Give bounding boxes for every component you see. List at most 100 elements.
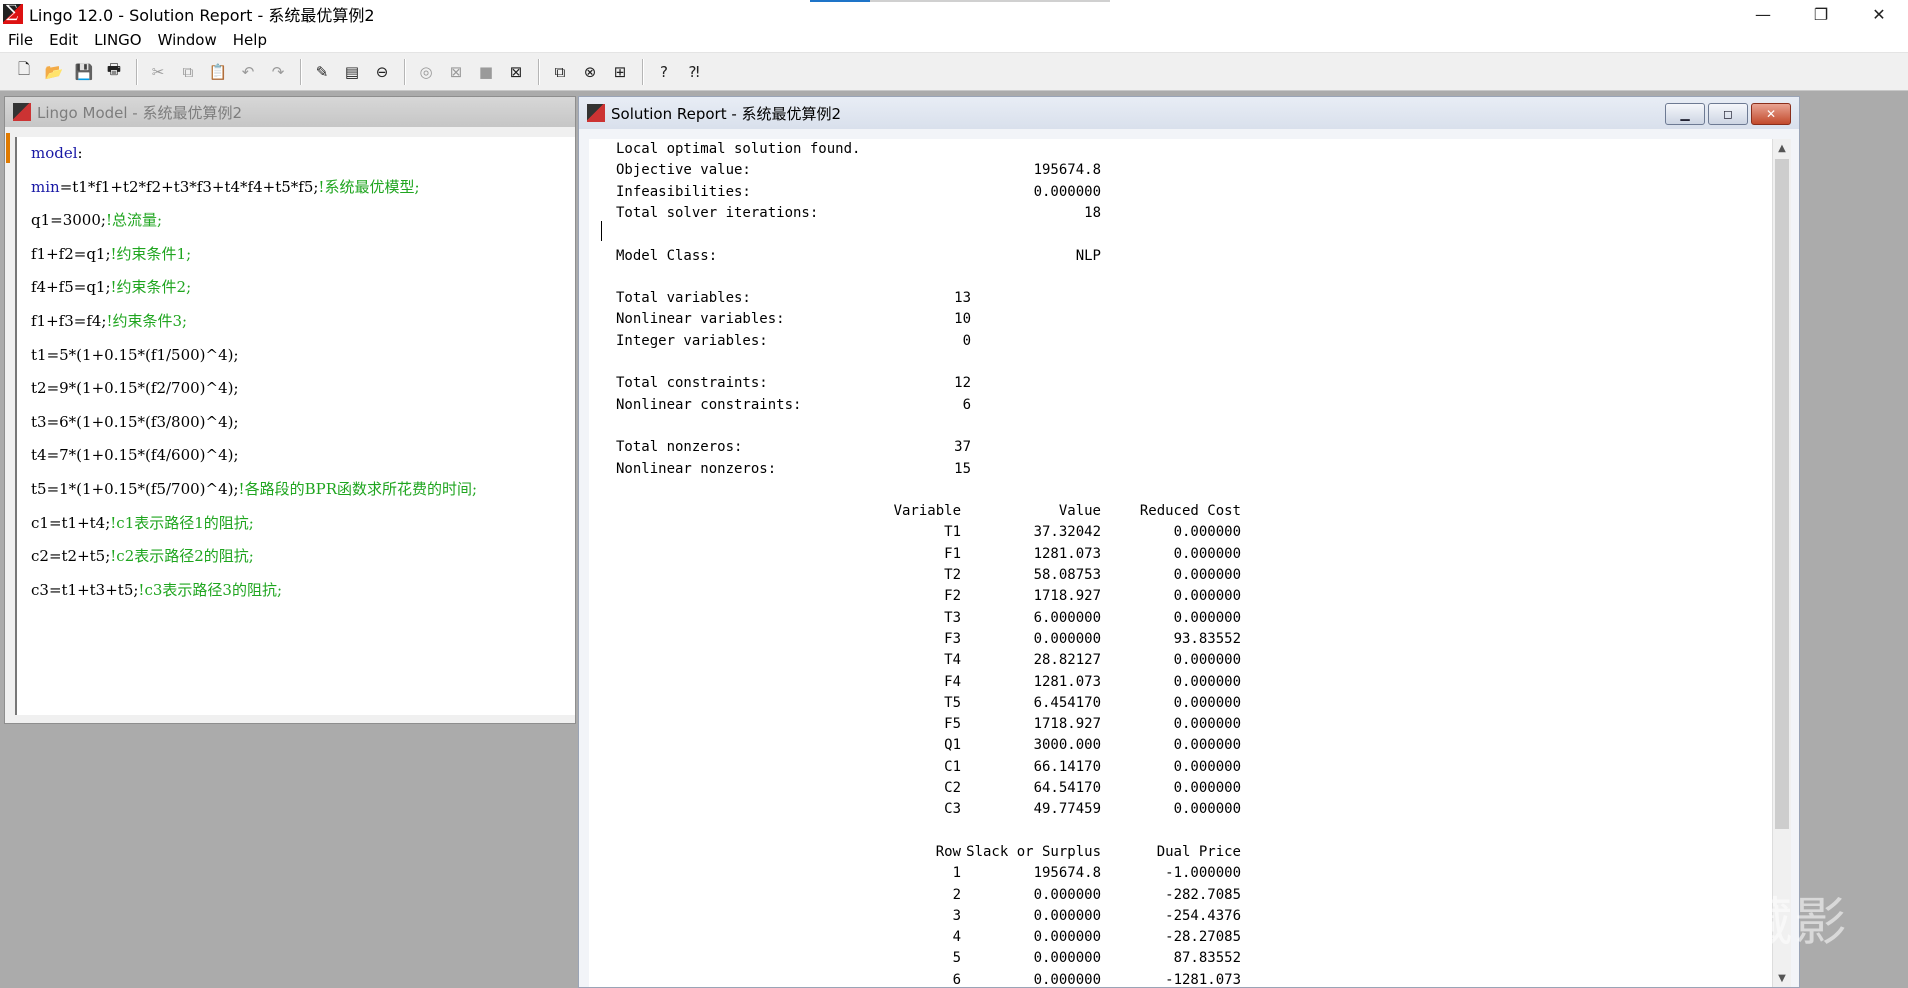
variable-value: 37.32042 (1033, 524, 1101, 541)
code-line[interactable]: c2=t2+t5;!c2表示路径2的阻抗; (17, 540, 575, 574)
redo-button[interactable]: ↷ (264, 58, 292, 86)
model-window[interactable]: Lingo Model - 系统最优算例2 model: min=t1*f1+t2… (4, 96, 576, 724)
redo-icon: ↷ (271, 62, 285, 81)
open-file-icon: 📂 (44, 62, 64, 81)
code-line[interactable]: f4+f5=q1;!约束条件2; (17, 271, 575, 305)
report-line: Infeasibilities: 0.000000 (589, 182, 1769, 203)
minimize-button[interactable]: — (1734, 0, 1792, 28)
vertical-scrollbar[interactable]: ▲ ▼ (1772, 139, 1791, 987)
menu-file[interactable]: File (0, 31, 41, 49)
variable-name: F3 (944, 630, 961, 647)
report-line: Total variables: 13 (589, 288, 1769, 309)
report-line: F1 1281.073 0.000000 (589, 544, 1769, 565)
summary-value: 195674.8 (1033, 162, 1101, 179)
variable-value: 1718.927 (1033, 588, 1101, 605)
code-line[interactable]: q1=3000;!总流量; (17, 204, 575, 238)
code-line[interactable]: min=t1*f1+t2*f2+t3*f3+t4*f4+t5*f5;!系统最优模… (17, 171, 575, 205)
solution-maximize-button[interactable]: ◻ (1708, 103, 1748, 125)
model-editor[interactable]: model: min=t1*f1+t2*f2+t3*f3+t4*f4+t5*f5;… (15, 137, 575, 715)
dual-price: -1.000000 (1165, 865, 1241, 882)
save-button[interactable]: 💾 (70, 58, 98, 86)
variable-value: 1281.073 (1033, 673, 1101, 690)
summary-value: 18 (1084, 204, 1101, 221)
row-number: 1 (952, 865, 961, 882)
copy-icon: ⧉ (182, 62, 194, 81)
solve-button[interactable]: ◎ (412, 58, 440, 86)
text-caret (601, 221, 602, 241)
code-line[interactable]: model: (17, 137, 575, 171)
code-line[interactable]: f1+f3=f4;!约束条件3; (17, 305, 575, 339)
variable-name: T5 (944, 694, 961, 711)
context-help-button[interactable]: ⁈ (680, 58, 708, 86)
menu-edit[interactable]: Edit (41, 31, 86, 49)
arrange-button[interactable]: ⊞ (606, 58, 634, 86)
find-button[interactable]: ✎ (308, 58, 336, 86)
paste-button[interactable]: 📋 (204, 58, 232, 86)
code-line[interactable]: f1+f2=q1;!约束条件1; (17, 238, 575, 272)
summary-label: Nonlinear variables: (616, 311, 785, 328)
save-icon: 💾 (74, 62, 94, 81)
slack-value: 195674.8 (1033, 865, 1101, 882)
code-text: c1=t1+t4; (31, 513, 111, 532)
variable-name: T4 (944, 652, 961, 669)
code-line[interactable]: t2=9*(1+0.15*(f2/700)^4); (17, 372, 575, 406)
code-text: f1+f3=f4; (31, 311, 107, 330)
match-paren-button[interactable]: ⊖ (368, 58, 396, 86)
menu-window[interactable]: Window (150, 31, 225, 49)
menu-lingo[interactable]: LINGO (86, 31, 149, 49)
cut-button[interactable]: ✂ (144, 58, 172, 86)
slack-value: 0.000000 (1033, 971, 1101, 987)
report-line: Nonlinear nonzeros: 15 (589, 459, 1769, 480)
taskbar-accent-light (870, 0, 1110, 2)
solution-window[interactable]: Solution Report - 系统最优算例2 ▁ ◻ ✕ Local op… (578, 96, 1800, 988)
solution-window-title-bar[interactable]: Solution Report - 系统最优算例2 ▁ ◻ ✕ (579, 97, 1799, 129)
solution-close-button[interactable]: ✕ (1751, 103, 1791, 125)
dual-price: -1281.073 (1165, 971, 1241, 987)
report-line: T2 58.08753 0.000000 (589, 565, 1769, 586)
reduced-cost: 0.000000 (1173, 737, 1241, 754)
code-line[interactable]: t1=5*(1+0.15*(f1/500)^4); (17, 339, 575, 373)
restore-button[interactable]: ❐ (1792, 0, 1850, 28)
variable-value: 1718.927 (1033, 716, 1101, 733)
report-line: Nonlinear variables: 10 (589, 309, 1769, 330)
window-controls: — ❐ ✕ (1734, 0, 1908, 28)
code-line[interactable]: c3=t1+t3+t5;!c3表示路径3的阻抗; (17, 574, 575, 608)
scroll-down-arrow-icon[interactable]: ▼ (1773, 969, 1791, 987)
report-line: Total constraints: 12 (589, 373, 1769, 394)
print-button[interactable]: 🖶 (100, 58, 128, 86)
solution-minimize-button[interactable]: ▁ (1665, 103, 1705, 125)
send-to-back-button[interactable]: ■ (472, 58, 500, 86)
dual-price: 87.83552 (1173, 950, 1241, 967)
code-line[interactable]: t5=1*(1+0.15*(f5/700)^4);!各路段的BPR函数求所花费的… (17, 473, 575, 507)
variable-name: C1 (944, 758, 961, 775)
close-all-button[interactable]: ⊠ (442, 58, 470, 86)
close-window-button[interactable]: ⊠ (502, 58, 530, 86)
dual-price-header: Dual Price (1156, 843, 1241, 860)
menu-help[interactable]: Help (225, 31, 275, 49)
scroll-up-arrow-icon[interactable]: ▲ (1773, 139, 1791, 157)
tile-button[interactable]: ⧉ (546, 58, 574, 86)
copy-button[interactable]: ⧉ (174, 58, 202, 86)
close-button[interactable]: ✕ (1850, 0, 1908, 28)
undo-button[interactable]: ↶ (234, 58, 262, 86)
summary-label: Nonlinear constraints: (616, 396, 802, 413)
cascade-button[interactable]: ⊗ (576, 58, 604, 86)
code-line[interactable]: t4=7*(1+0.15*(f4/600)^4); (17, 439, 575, 473)
report-line: Row Slack or Surplus Dual Price (589, 842, 1769, 863)
report-line: Variable Value Reduced Cost (589, 501, 1769, 522)
help-button[interactable]: ? (650, 58, 678, 86)
code-line[interactable]: c1=t1+t4;!c1表示路径1的阻抗; (17, 507, 575, 541)
reduced-cost: 0.000000 (1173, 524, 1241, 541)
goto-line-button[interactable]: ▤ (338, 58, 366, 86)
variable-value: 6.000000 (1033, 609, 1101, 626)
scroll-thumb[interactable] (1775, 159, 1789, 829)
new-file-button[interactable]: 🗋 (10, 58, 38, 86)
variable-name: T1 (944, 524, 961, 541)
report-line: C1 66.14170 0.000000 (589, 757, 1769, 778)
model-window-title-bar[interactable]: Lingo Model - 系统最优算例2 (5, 97, 575, 127)
reduced-cost: 0.000000 (1173, 588, 1241, 605)
code-comment: !约束条件2; (110, 278, 192, 297)
solution-report[interactable]: Local optimal solution found. Objective v… (589, 139, 1773, 987)
code-line[interactable]: t3=6*(1+0.15*(f3/800)^4); (17, 406, 575, 440)
open-file-button[interactable]: 📂 (40, 58, 68, 86)
